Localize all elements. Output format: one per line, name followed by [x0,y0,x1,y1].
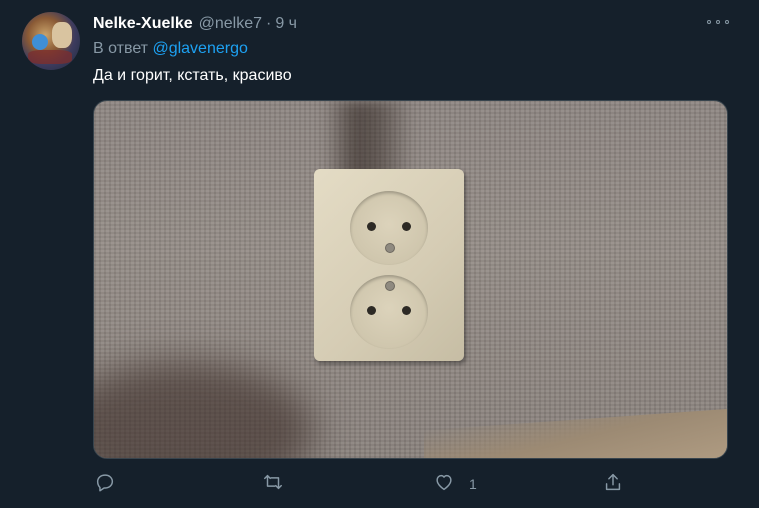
outlet-socket-top [350,191,428,265]
author-name[interactable]: Nelke-Xuelke [93,15,193,33]
tweet-text: Да и горит, кстать, красиво [93,67,292,84]
author-handle[interactable]: @nelke7 [199,15,262,33]
more-dots-icon[interactable] [707,14,729,30]
like-button[interactable]: 1 [433,470,477,498]
photo-shadow [94,361,314,458]
comment-icon [94,471,116,498]
outlet-plate [314,169,464,361]
like-count: 1 [469,476,477,492]
outlet-socket-bottom [350,275,428,349]
share-icon [602,471,624,498]
tweet-timestamp[interactable]: 9 ч [275,15,297,33]
tweet-photo[interactable] [93,100,728,459]
retweet-icon [262,471,284,498]
avatar[interactable] [22,12,80,70]
photo-floor [424,407,727,458]
tweet-header: Nelke-Xuelke @nelke7 · 9 ч [93,14,297,34]
avatar-detail [28,50,72,64]
reply-context: В ответ @glavenergo [93,40,248,58]
reply-mention-link[interactable]: @glavenergo [152,40,247,57]
reply-prefix: В ответ [93,40,153,57]
avatar-detail [32,34,48,50]
heart-icon [433,471,455,498]
tweet-actions: 1 [0,470,759,498]
avatar-detail [52,22,72,48]
retweet-button[interactable] [262,470,284,498]
separator-dot: · [266,15,272,32]
reply-button[interactable] [94,470,116,498]
share-button[interactable] [602,470,624,498]
